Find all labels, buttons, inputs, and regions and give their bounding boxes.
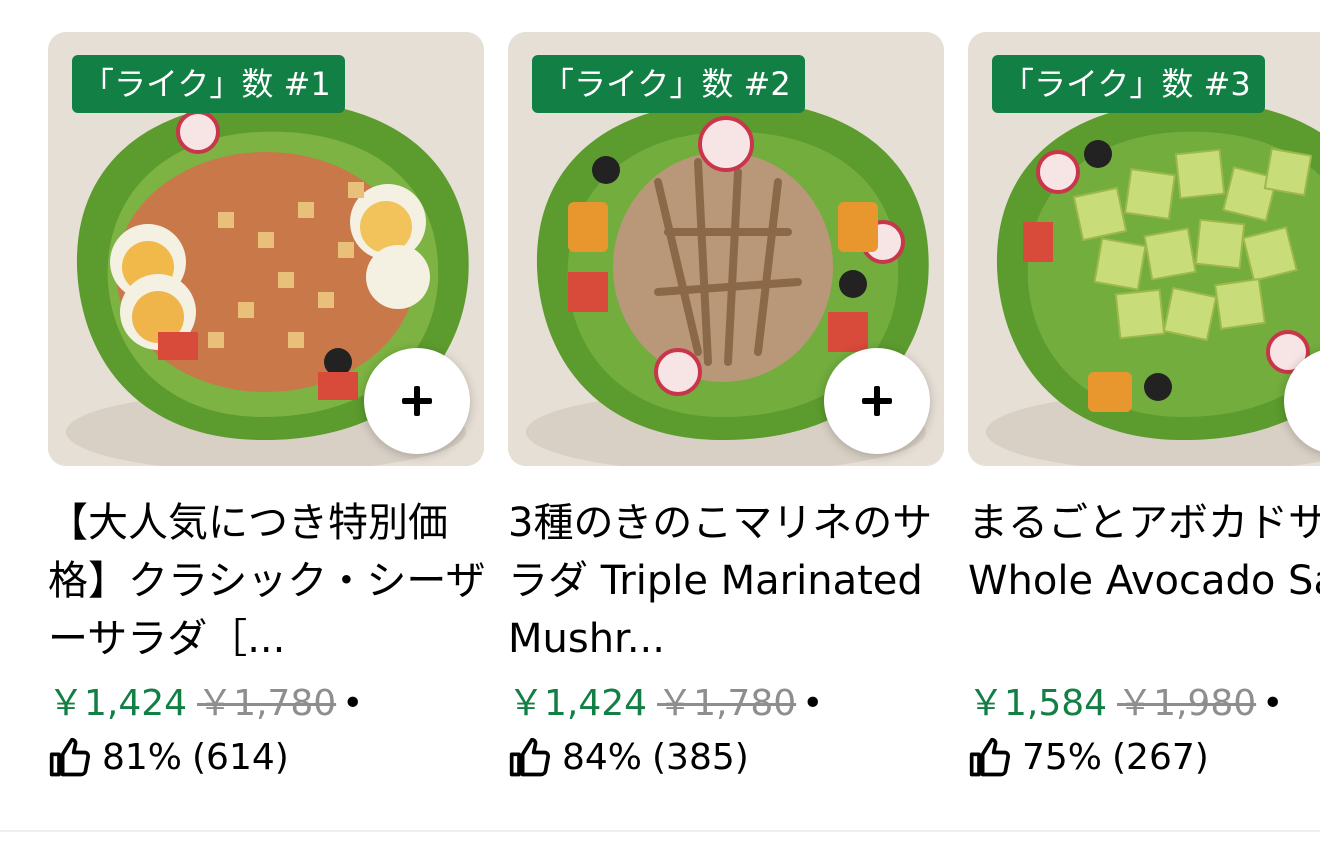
rating-line: 81% (614) [48,736,484,780]
rank-badge: 「ライク」数 #3 [992,55,1265,113]
add-to-cart-button[interactable] [364,348,470,454]
rating-line: 84% (385) [508,736,944,780]
rank-badge: 「ライク」数 #1 [72,55,345,113]
rating-count: (267) [1112,737,1209,778]
menu-item-title[interactable]: まるごとアボカドサラダ Whole Avocado Salad [968,494,1320,668]
price-line: ￥1,584 ￥1,980 • [968,682,1320,726]
price-line: ￥1,424 ￥1,780 • [508,682,944,726]
discounted-price: ￥1,424 [508,683,648,724]
original-price: ￥1,980 [1117,683,1257,724]
rating-count: (614) [192,737,289,778]
separator-dot: • [802,683,824,724]
rating-percent: 81% [102,737,183,778]
add-to-cart-button[interactable] [824,348,930,454]
discounted-price: ￥1,584 [968,683,1108,724]
menu-item-card[interactable]: 「ライク」数 #1 【大人気につき特別価格】クラシック・シーザーサラダ［... … [48,32,486,780]
price-line: ￥1,424 ￥1,780 • [48,682,484,726]
thumbs-up-icon [509,737,551,777]
menu-item-title[interactable]: 【大人気につき特別価格】クラシック・シーザーサラダ［... [48,494,488,668]
plus-icon [402,386,432,416]
discounted-price: ￥1,424 [48,683,188,724]
menu-carousel: 「ライク」数 #1 【大人気につき特別価格】クラシック・シーザーサラダ［... … [0,0,1320,832]
section-divider [0,830,1320,832]
rating-count: (385) [652,737,749,778]
separator-dot: • [1262,683,1284,724]
menu-item-title[interactable]: 3種のきのこマリネのサラダ Triple Marinated Mushr... [508,494,948,668]
thumbs-up-icon [49,737,91,777]
original-price: ￥1,780 [657,683,797,724]
plus-icon [862,386,892,416]
menu-item-image[interactable]: 「ライク」数 #1 [48,32,484,466]
original-price: ￥1,780 [197,683,337,724]
rating-percent: 84% [562,737,643,778]
rank-badge: 「ライク」数 #2 [532,55,805,113]
menu-item-card[interactable]: 「ライク」数 #2 3種のきのこマリネのサラダ Triple Marinated… [508,32,944,780]
thumbs-up-icon [969,737,1011,777]
separator-dot: • [342,683,364,724]
rating-percent: 75% [1022,737,1103,778]
menu-item-image[interactable]: 「ライク」数 #2 [508,32,944,466]
rating-line: 75% (267) [968,736,1320,780]
menu-item-image[interactable]: 「ライク」数 #3 [968,32,1320,466]
menu-item-card[interactable]: 「ライク」数 #3 まるごとアボカドサラダ Whole Avocado Sala… [968,32,1320,780]
